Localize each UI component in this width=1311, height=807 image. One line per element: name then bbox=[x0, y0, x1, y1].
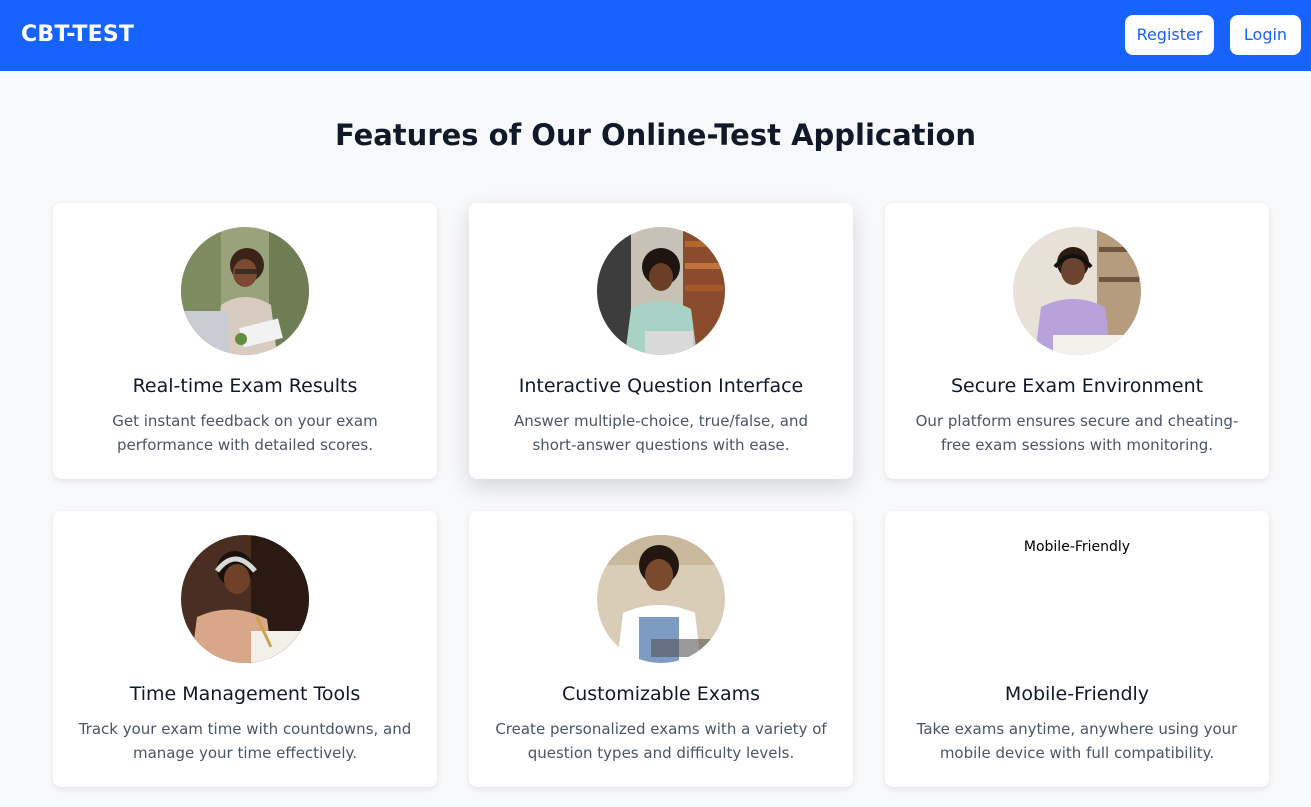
feature-card-customizable-exams: Customizable Exams Create personalized e… bbox=[469, 511, 853, 787]
feature-description: Our platform ensures secure and cheating… bbox=[915, 412, 1239, 454]
feature-description: Track your exam time with countdowns, an… bbox=[78, 720, 412, 762]
login-button[interactable]: Login bbox=[1230, 15, 1301, 55]
feature-title: Customizable Exams bbox=[561, 683, 761, 705]
feature-photo bbox=[597, 227, 725, 355]
feature-description: Create personalized exams with a variety… bbox=[495, 720, 827, 762]
feature-title: Time Management Tools bbox=[129, 683, 361, 705]
feature-description: Get instant feedback on your exam perfor… bbox=[112, 412, 378, 454]
feature-description: Take exams anytime, anywhere using your … bbox=[916, 720, 1238, 762]
feature-photo bbox=[1013, 227, 1141, 355]
brand-logo[interactable]: CBT-TEST bbox=[21, 22, 134, 47]
feature-photo bbox=[181, 535, 309, 663]
feature-description: Answer multiple-choice, true/false, and … bbox=[513, 412, 809, 454]
feature-card-mobile-friendly: Mobile-Friendly Mobile-Friendly Take exa… bbox=[885, 511, 1269, 787]
feature-card-secure-environment: Secure Exam Environment Our platform ens… bbox=[885, 203, 1269, 479]
register-button[interactable]: Register bbox=[1125, 15, 1214, 55]
feature-photo bbox=[597, 535, 725, 663]
navbar: CBT-TEST Register Login bbox=[0, 0, 1311, 71]
feature-card-interactive-questions: Interactive Question Interface Answer mu… bbox=[469, 203, 853, 479]
feature-title: Real-time Exam Results bbox=[132, 375, 358, 397]
feature-title: Secure Exam Environment bbox=[950, 375, 1204, 397]
feature-title: Interactive Question Interface bbox=[518, 375, 804, 397]
feature-card-time-management: Time Management Tools Track your exam ti… bbox=[53, 511, 437, 787]
page-title: Features of Our Online-Test Application bbox=[334, 118, 977, 152]
broken-image-alt-text: Mobile-Friendly bbox=[1023, 539, 1131, 555]
feature-photo bbox=[181, 227, 309, 355]
feature-title: Mobile-Friendly bbox=[1004, 683, 1150, 705]
feature-card-realtime-results: Real-time Exam Results Get instant feedb… bbox=[53, 203, 437, 479]
